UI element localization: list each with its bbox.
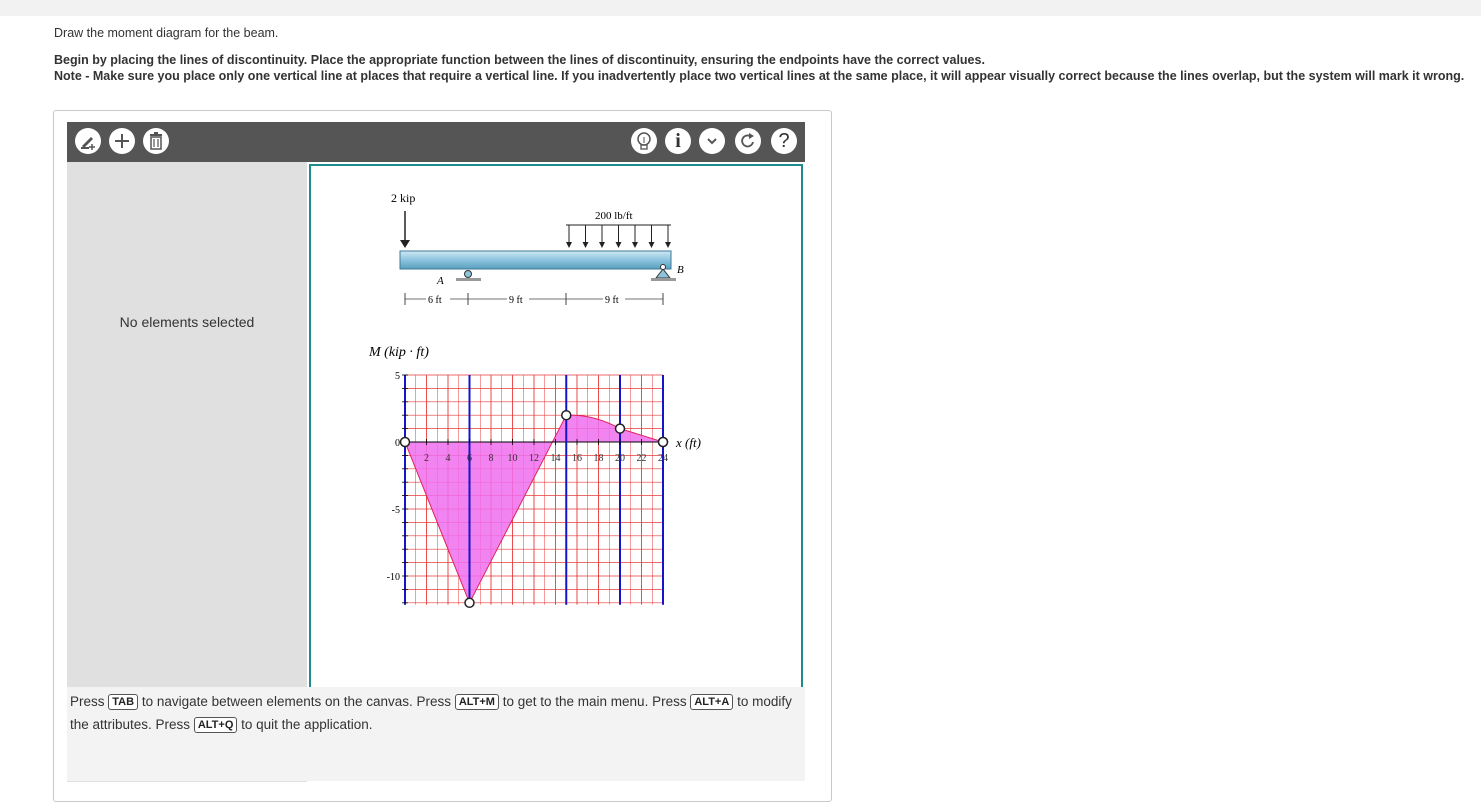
x-tick-label: 2 — [424, 453, 429, 464]
instruction-line: Begin by placing the lines of discontinu… — [54, 53, 985, 67]
y-tick-label: -10 — [387, 572, 400, 583]
keyboard-help: Press TAB to navigate between elements o… — [70, 690, 805, 736]
udl-arrowhead — [582, 242, 589, 248]
distributed-load-arrows — [566, 225, 671, 248]
info-glyph: i — [675, 129, 681, 152]
curve-node — [464, 597, 475, 609]
support-b-ground — [651, 278, 676, 281]
x-tick-label: 8 — [489, 453, 494, 464]
curve-node — [399, 436, 411, 448]
x-tick-label: 16 — [572, 453, 582, 464]
x-tick-label: 6 — [467, 453, 472, 464]
support-b-pin-node — [660, 264, 666, 270]
help-icon[interactable]: ? — [771, 128, 797, 154]
x-tick-label: 22 — [637, 453, 647, 464]
udl-arrowhead — [599, 242, 605, 248]
alt-a-key-badge: ALT+A — [690, 694, 734, 710]
selection-status: No elements selected — [119, 314, 255, 330]
y-axis-label: M (kip · ft) — [368, 345, 429, 360]
beam-figure: 2 kip 200 lb/ft A B 6 ft 9 ft 9 ft — [391, 191, 684, 306]
udl-arrowhead — [632, 242, 638, 248]
distributed-load-label: 200 lb/ft — [595, 210, 633, 222]
alt-m-key-badge: ALT+M — [454, 694, 499, 710]
help-glyph: ? — [778, 129, 790, 152]
udl-arrowhead — [615, 242, 622, 248]
dimension-label-2: 9 ft — [509, 295, 523, 306]
toolbar: i ? — [67, 122, 805, 162]
x-tick-label: 14 — [551, 453, 561, 464]
help-text: to get to the main menu. Press — [502, 694, 687, 709]
tab-key-badge: TAB — [108, 694, 139, 710]
x-axis-label: x (ft) — [675, 435, 701, 450]
y-tick-label: -5 — [392, 505, 400, 516]
add-icon[interactable] — [109, 128, 135, 154]
instruction-note: Note - Make sure you place only one vert… — [54, 69, 1465, 83]
x-tick-label: 20 — [615, 453, 625, 464]
canvas-svg: 2 kip 200 lb/ft A B 6 ft 9 ft 9 ft M (ki… — [368, 191, 701, 609]
x-tick-label: 18 — [594, 453, 604, 464]
udl-arrowhead — [566, 242, 572, 248]
dimension-label-1: 6 ft — [428, 295, 442, 306]
x-tick-label: 4 — [446, 453, 451, 464]
moment-plot[interactable]: 50-5-102 4 6 8 10 12 14 16 18 20 22 24 — [387, 371, 669, 609]
point-load-label: 2 kip — [391, 191, 415, 205]
x-tick-label: 10 — [508, 453, 518, 464]
redo-icon[interactable] — [735, 128, 761, 154]
help-text: to navigate between elements on the canv… — [141, 694, 452, 709]
instructions: Begin by placing the lines of discontinu… — [54, 52, 1479, 84]
curve-node — [614, 423, 626, 434]
delete-icon[interactable] — [143, 128, 169, 154]
axis-endpoint-node — [657, 436, 669, 448]
alt-q-key-badge: ALT+Q — [193, 717, 238, 733]
curve-node — [561, 409, 572, 421]
support-b-pin — [654, 268, 672, 279]
draw-tool-icon[interactable] — [75, 128, 101, 154]
x-tick-label: 24 — [658, 453, 668, 464]
help-text: to quit the application. — [241, 717, 373, 732]
dimension-label-3: 9 ft — [605, 295, 619, 306]
hint-lightbulb-icon[interactable] — [631, 128, 657, 154]
x-tick-label: 12 — [529, 453, 539, 464]
y-tick-label: 0 — [395, 438, 400, 449]
info-icon[interactable]: i — [665, 128, 691, 154]
udl-arrowhead — [648, 242, 655, 248]
top-bar — [0, 0, 1481, 16]
support-a-ground — [456, 278, 481, 281]
support-a-roller — [464, 270, 472, 278]
support-b-label: B — [677, 264, 684, 276]
dropdown-chevron-icon[interactable] — [699, 128, 725, 154]
help-text: Press — [70, 694, 105, 709]
udl-arrowhead — [665, 242, 671, 248]
problem-statement: Draw the moment diagram for the beam. — [54, 26, 279, 40]
beam — [399, 250, 672, 270]
support-a-label: A — [436, 275, 444, 287]
y-tick-label: 5 — [395, 371, 400, 382]
point-load-arrowhead — [400, 240, 410, 248]
drawing-canvas[interactable]: 2 kip 200 lb/ft A B 6 ft 9 ft 9 ft M (ki… — [309, 164, 803, 689]
